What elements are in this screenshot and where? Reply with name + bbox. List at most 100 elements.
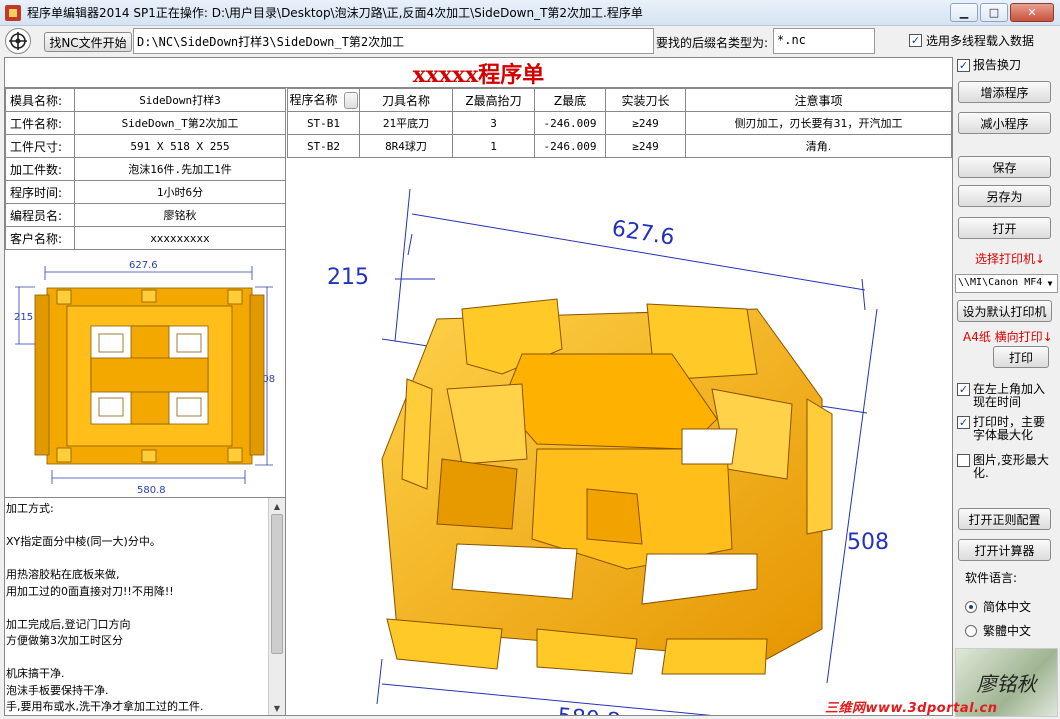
multithread-label: 选用多线程载入数据 (926, 34, 1035, 48)
checkbox-icon[interactable]: ✓ (957, 416, 970, 429)
table-cell[interactable]: -246.009 (534, 134, 606, 158)
info-label: 模具名称: (5, 88, 75, 112)
table-cell[interactable]: 21平底刀 (359, 111, 453, 135)
title-bar: 程序单编辑器2014 SP1正在操作: D:\用户目录\Desktop\泡沫刀路… (0, 0, 1060, 26)
select-printer-label: 选择打印机↓ (975, 252, 1046, 266)
info-label: 编程员名: (5, 203, 75, 227)
info-row: 模具名称: SideDown打样3 (5, 88, 286, 112)
open-regex-config-button[interactable]: 打开正则配置 (958, 508, 1051, 530)
sheet-title: xxxxx程序单 (5, 58, 952, 88)
info-value[interactable]: SideDown_T第2次加工 (74, 111, 286, 135)
dim-width: 627.6 (610, 216, 676, 251)
open-calculator-button[interactable]: 打开计算器 (958, 539, 1051, 561)
scroll-down-icon[interactable]: ▼ (271, 701, 283, 715)
remove-program-button[interactable]: 减小程序 (958, 112, 1051, 134)
ext-label: 要找的后缀名类型为: (656, 36, 769, 50)
info-label: 工件尺寸: (5, 134, 75, 158)
lang-traditional-label: 繁體中文 (983, 624, 1032, 638)
table-cell[interactable]: ≥249 (605, 134, 686, 158)
info-label: 工件名称: (5, 111, 75, 135)
checkbox-icon[interactable]: ✓ (957, 383, 970, 396)
set-default-printer-button[interactable]: 设为默认打印机 (957, 300, 1052, 322)
image-stretch-checkbox[interactable]: 图片,变形最大化. (957, 454, 1055, 480)
checkbox-icon[interactable] (957, 454, 970, 467)
header-button[interactable] (343, 92, 358, 109)
program-sheet: xxxxx程序单 模具名称: SideDown打样3 工件名称: SideDown_T… (4, 57, 953, 716)
paper-orientation-label: A4纸 横向打印↓ (963, 330, 1053, 344)
maximize-button[interactable]: □ (980, 3, 1008, 22)
info-row: 编程员名: 廖铭秋 (5, 203, 286, 227)
right-panel: ✓ 报告换刀 增添程序 减小程序 保存 另存为 打开 选择打印机↓ \\MI\C… (953, 56, 1060, 719)
printer-value: \\MI\Canon MF4 (958, 277, 1043, 288)
table-cell[interactable]: ≥249 (605, 111, 686, 135)
info-row: 加工件数: 泡沫16件.先加工1件 (5, 157, 286, 181)
nc-path-input[interactable]: D:\NC\SideDown打样3\SideDown_T第2次加工 (133, 28, 654, 54)
part-image: 627.6 215 508 580.8 (287, 159, 952, 715)
open-button[interactable]: 打开 (958, 217, 1051, 239)
lang-traditional-radio[interactable]: 繁體中文 (965, 622, 1031, 639)
info-row: 程序时间: 1小时6分 (5, 180, 286, 204)
thumb-dim-depth: 215 (14, 312, 33, 323)
info-table: 模具名称: SideDown打样3 工件名称: SideDown_T第2次加工 工件尺寸… (5, 88, 286, 250)
image-stretch-label: 图片,变形最大化. (973, 453, 1049, 480)
close-button[interactable]: ✕ (1010, 3, 1054, 22)
table-cell[interactable]: 侧刃加工，刃长要有31，开汽加工 (685, 111, 952, 135)
toolbar: 找NC文件开始 D:\NC\SideDown打样3\SideDown_T第2次加… (0, 26, 1060, 56)
notes-text[interactable]: 加工方式: XY指定面分中棱(同一大)分中。 用热溶胶粘在底板来做, 用加工过的… (5, 501, 267, 715)
dim-height: 508 (847, 530, 889, 555)
save-button[interactable]: 保存 (958, 156, 1051, 178)
lang-simplified-radio[interactable]: 简体中文 (965, 598, 1031, 615)
table-row[interactable]: ST-B1 21平底刀 3 -246.009 ≥249 侧刃加工，刃长要有31，开汽加工 (287, 111, 952, 135)
table-row[interactable]: ST-B2 8R4球刀 1 -246.009 ≥249 清角. (287, 134, 952, 158)
info-value[interactable]: 591 X 518 X 255 (74, 134, 286, 158)
info-value[interactable]: xxxxxxxxx (74, 226, 286, 250)
checkbox-icon[interactable]: ✓ (909, 34, 922, 47)
crosshair-icon[interactable] (5, 28, 31, 54)
printer-select[interactable]: \\MI\Canon MF4 ▼ (955, 274, 1058, 293)
report-toolchange-label: 报告换刀 (973, 58, 1022, 72)
info-value[interactable]: 廖铭秋 (74, 203, 286, 227)
info-value[interactable]: SideDown打样3 (74, 88, 286, 112)
info-row: 工件名称: SideDown_T第2次加工 (5, 111, 286, 135)
add-program-button[interactable]: 增添程序 (958, 81, 1051, 103)
maximize-font-label: 打印时，主要字体最大化 (973, 415, 1046, 442)
window-controls: ▁ □ ✕ (950, 3, 1054, 22)
notes-area[interactable]: 加工方式: XY指定面分中棱(同一大)分中。 用热溶胶粘在底板来做, 用加工过的… (5, 498, 286, 715)
info-label: 客户名称: (5, 226, 75, 250)
radio-selected-icon[interactable] (965, 600, 977, 613)
add-time-checkbox[interactable]: ✓ 在左上角加入现在时间 (957, 383, 1055, 409)
app-icon (5, 4, 21, 21)
report-toolchange-checkbox[interactable]: ✓ 报告换刀 (957, 59, 1021, 72)
maximize-font-checkbox[interactable]: ✓ 打印时，主要字体最大化 (957, 416, 1055, 442)
thumb-dim-width: 627.6 (129, 260, 158, 271)
col-header-zmax: Z最高抬刀 (452, 88, 535, 112)
save-as-button[interactable]: 另存为 (958, 185, 1051, 207)
scroll-thumb[interactable] (271, 514, 283, 654)
multithread-checkbox[interactable]: ✓ 选用多线程载入数据 (909, 32, 1034, 49)
table-cell[interactable]: -246.009 (534, 111, 606, 135)
table-cell[interactable]: ST-B1 (287, 111, 360, 135)
table-cell[interactable]: 3 (452, 111, 535, 135)
add-time-label: 在左上角加入现在时间 (973, 382, 1046, 409)
info-row: 客户名称: xxxxxxxxx (5, 226, 286, 250)
chevron-down-icon[interactable]: ▼ (1043, 275, 1057, 292)
table-cell[interactable]: ST-B2 (287, 134, 360, 158)
ext-input[interactable]: *.nc (773, 28, 875, 54)
col-header-zmin: Z最底 (534, 88, 606, 112)
col-header-tool: 刀具名称 (359, 88, 453, 112)
info-value[interactable]: 1小时6分 (74, 180, 286, 204)
radio-icon[interactable] (965, 624, 977, 637)
table-cell[interactable]: 1 (452, 134, 535, 158)
checkbox-icon[interactable]: ✓ (957, 59, 970, 72)
col-header-length: 实装刀长 (605, 88, 686, 112)
minimize-button[interactable]: ▁ (950, 3, 978, 22)
col-header-notes: 注意事项 (685, 88, 952, 112)
scroll-up-icon[interactable]: ▲ (271, 499, 283, 513)
info-row: 工件尺寸: 591 X 518 X 255 (5, 134, 286, 158)
print-button[interactable]: 打印 (993, 346, 1049, 368)
find-nc-button[interactable]: 找NC文件开始 (44, 32, 132, 52)
table-cell[interactable]: 8R4球刀 (359, 134, 453, 158)
info-value[interactable]: 泡沫16件.先加工1件 (74, 157, 286, 181)
table-cell[interactable]: 清角. (685, 134, 952, 158)
notes-scrollbar[interactable]: ▲ ▼ (268, 498, 285, 715)
